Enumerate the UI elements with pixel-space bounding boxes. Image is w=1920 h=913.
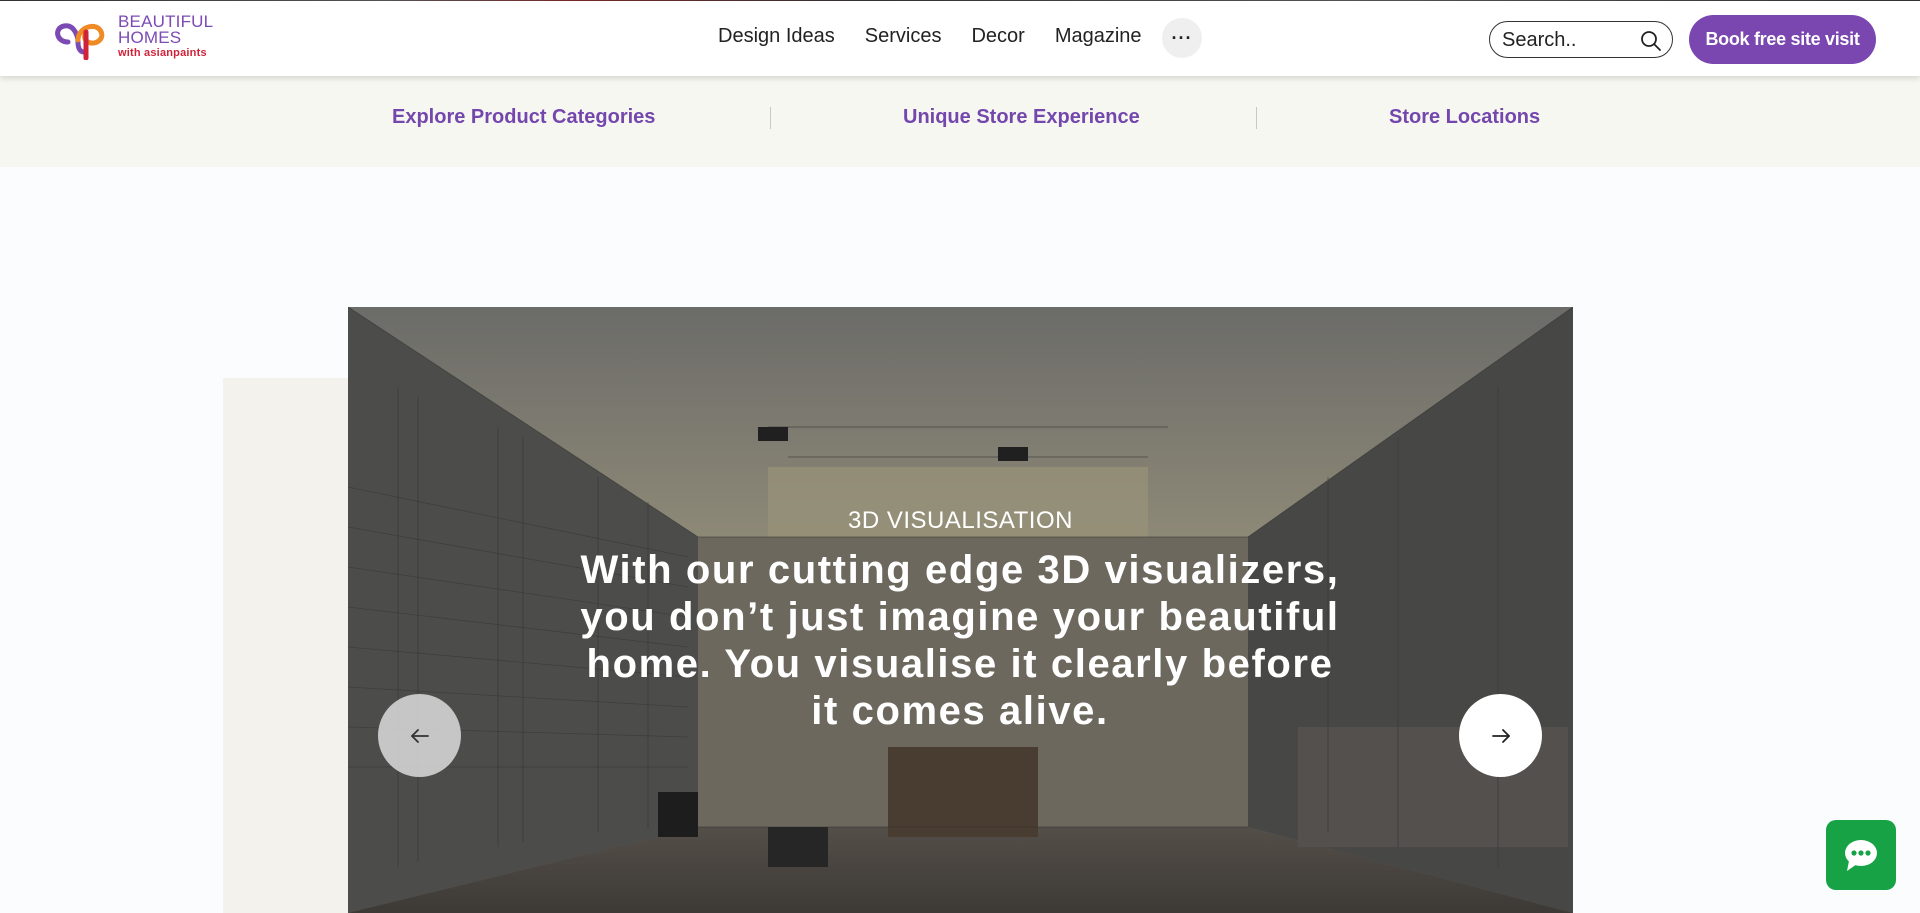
nav-magazine[interactable]: Magazine	[1055, 25, 1142, 48]
brand-line-2: HOMES	[118, 28, 182, 47]
hero-headline: With our cutting edge 3D visualizers, yo…	[580, 548, 1340, 733]
more-menu-button[interactable]: ···	[1162, 18, 1202, 58]
more-dots-icon: ···	[1171, 27, 1193, 48]
brand-tagline: with asianpaints	[118, 47, 207, 59]
hero-eyebrow: 3D VISUALISATION	[848, 507, 1073, 534]
nav-decor[interactable]: Decor	[971, 25, 1024, 48]
subnav-store-locations[interactable]: Store Locations	[1389, 106, 1540, 129]
carousel-prev-button[interactable]	[378, 694, 461, 777]
subnav-explore-product-categories[interactable]: Explore Product Categories	[392, 106, 655, 129]
subnav-unique-store-experience[interactable]: Unique Store Experience	[903, 106, 1140, 129]
hero-carousel: 3D VISUALISATION With our cutting edge 3…	[348, 307, 1573, 913]
brand-wordmark: BEAUTIFUL HOMES with asianpaints	[118, 13, 213, 60]
nav-design-ideas[interactable]: Design Ideas	[718, 25, 835, 48]
chat-bubble-icon	[1845, 840, 1877, 871]
main-nav: Design Ideas Services Decor Magazine	[718, 25, 1172, 48]
site-header: BEAUTIFUL HOMES with asianpaints Design …	[0, 1, 1920, 76]
background-panel	[223, 378, 363, 913]
search-icon[interactable]	[1640, 30, 1662, 52]
subnav-divider	[1256, 107, 1257, 129]
asianpaints-logo-icon	[55, 23, 105, 60]
store-subnav: Explore Product Categories Unique Store …	[0, 76, 1920, 167]
arrow-right-icon	[1491, 728, 1510, 743]
carousel-next-button[interactable]	[1459, 694, 1542, 777]
book-site-visit-button[interactable]: Book free site visit	[1689, 15, 1876, 64]
search-input[interactable]	[1502, 28, 1642, 52]
nav-services[interactable]: Services	[865, 25, 942, 48]
chat-button[interactable]	[1826, 820, 1896, 890]
subnav-divider	[770, 107, 771, 129]
brand-logo[interactable]: BEAUTIFUL HOMES with asianpaints	[48, 12, 228, 64]
search-box[interactable]	[1489, 21, 1673, 58]
arrow-left-icon	[410, 728, 429, 743]
